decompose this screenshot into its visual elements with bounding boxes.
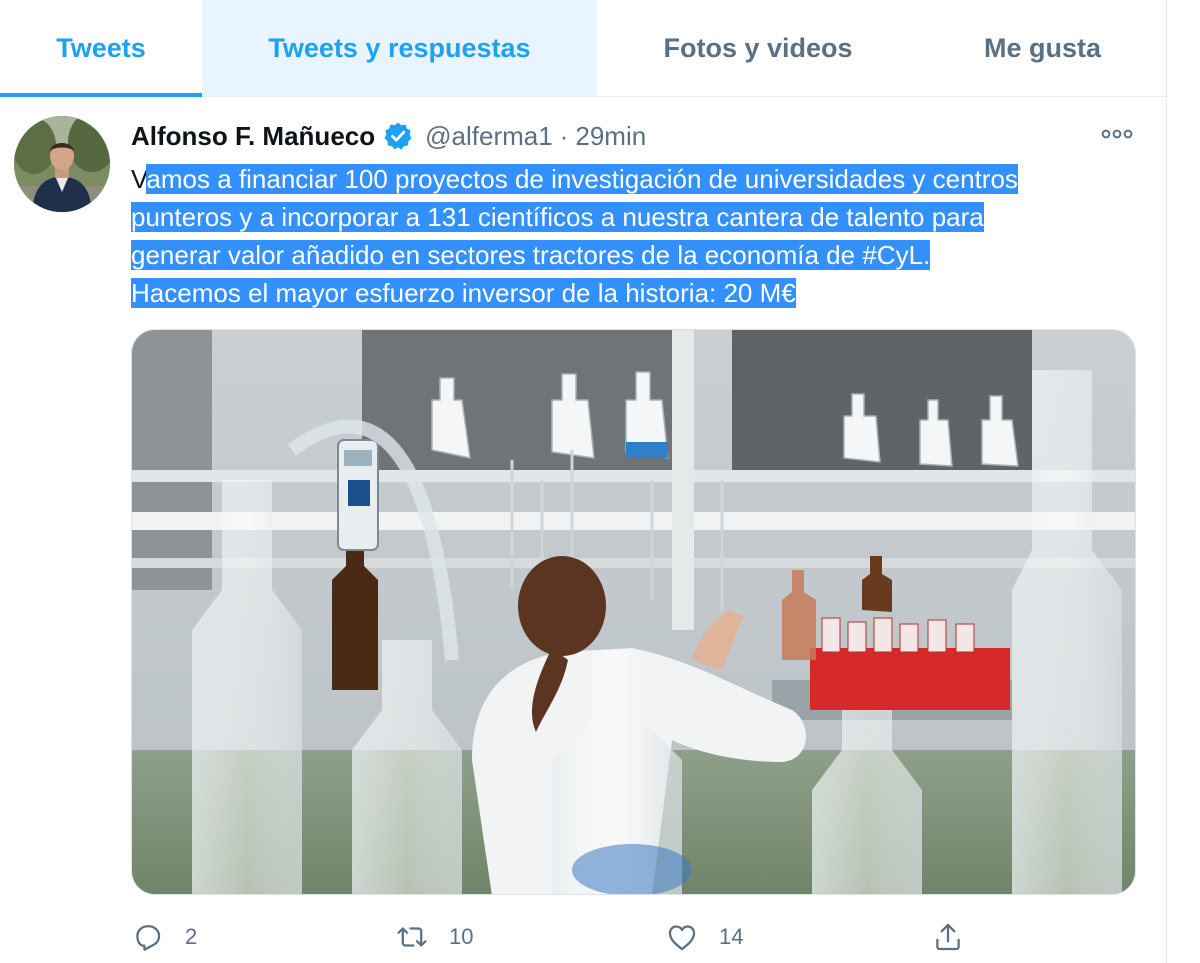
retweet-button[interactable]: 10 — [395, 915, 473, 959]
author-handle[interactable]: @alferma1 — [425, 121, 553, 152]
share-button[interactable] — [931, 915, 965, 959]
author-name[interactable]: Alfonso F. Mañueco — [131, 121, 375, 152]
tab-tweets[interactable]: Tweets — [0, 0, 202, 97]
avatar[interactable] — [14, 116, 110, 212]
profile-tabs: Tweets Tweets y respuestas Fotos y video… — [0, 0, 1166, 97]
tweet-actions: 2 10 14 — [131, 915, 1031, 959]
tab-photos-and-videos[interactable]: Fotos y videos — [597, 0, 919, 96]
tab-tweets-and-replies-label: Tweets y respuestas — [268, 32, 531, 63]
selected-text: generar valor añadido en sectores tracto… — [131, 240, 931, 270]
reply-button[interactable]: 2 — [131, 915, 197, 959]
tab-photos-and-videos-label: Fotos y videos — [663, 32, 853, 63]
reply-count: 2 — [185, 924, 198, 949]
header-separator: · — [559, 120, 569, 151]
selected-text: punteros y a incorporar a 131 científico… — [131, 202, 984, 232]
timeline-border — [1166, 0, 1167, 963]
tweet-text-line: punteros y a incorporar a 131 científico… — [131, 198, 1141, 236]
tweet[interactable]: Alfonso F. Mañueco @alferma1 · 29min Vam… — [0, 97, 1166, 963]
more-options-icon[interactable] — [1100, 127, 1134, 141]
share-icon — [936, 923, 960, 951]
tweet-header: Alfonso F. Mañueco @alferma1 · 29min — [131, 119, 646, 153]
tweet-timestamp[interactable]: 29min — [575, 121, 646, 152]
tab-likes[interactable]: Me gusta — [919, 0, 1166, 96]
tweet-text-line: Hacemos el mayor esfuerzo inversor de la… — [131, 274, 1141, 312]
selected-text: amos a financiar 100 proyectos de invest… — [146, 164, 1018, 194]
retweet-icon — [397, 927, 427, 947]
unselected-text: V — [131, 164, 147, 194]
tweet-text-line: Vamos a financiar 100 proyectos de inves… — [131, 160, 1141, 198]
tab-tweets-and-replies[interactable]: Tweets y respuestas — [202, 0, 597, 96]
like-count: 14 — [719, 924, 744, 949]
verified-badge-icon — [383, 121, 413, 151]
tweet-text: Vamos a financiar 100 proyectos de inves… — [131, 160, 1141, 312]
heart-icon — [668, 925, 696, 951]
retweet-count: 10 — [449, 924, 474, 949]
tab-tweets-label: Tweets — [56, 32, 146, 63]
tweet-text-line: generar valor añadido en sectores tracto… — [131, 236, 1141, 274]
tab-likes-label: Me gusta — [983, 32, 1102, 63]
like-button[interactable]: 14 — [665, 915, 743, 959]
reply-icon — [136, 925, 161, 951]
selected-text: Hacemos el mayor esfuerzo inversor de la… — [131, 278, 796, 308]
tweet-media-laboratory-photo[interactable] — [131, 329, 1136, 895]
